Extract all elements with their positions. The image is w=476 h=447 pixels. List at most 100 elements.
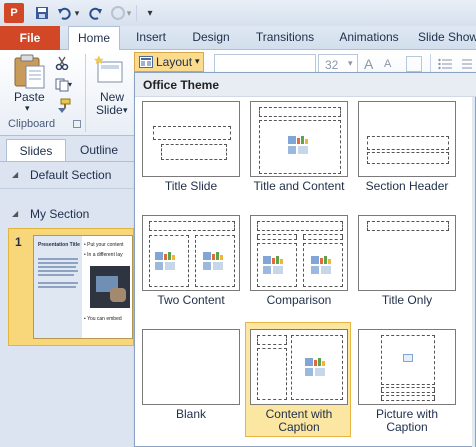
content-placeholder-icon [203, 252, 227, 270]
layout-label: Content with Caption [265, 407, 333, 434]
bullets-icon[interactable] [438, 58, 452, 70]
powerpoint-logo-icon[interactable]: P [4, 3, 24, 23]
undo-dropdown-icon[interactable]: ▾ [72, 3, 82, 23]
clipboard-group-label: Clipboard [8, 118, 56, 130]
slide-text-line [38, 274, 74, 276]
placeholder-text [367, 152, 449, 164]
layout-two-content[interactable]: Two Content [137, 211, 243, 323]
tab-home[interactable]: Home [68, 26, 120, 51]
tab-design[interactable]: Design [184, 26, 238, 50]
layout-button[interactable]: Layout ▾ [134, 52, 204, 72]
layout-thumbnail [250, 329, 348, 405]
slide-bullet: • In a different lay [84, 252, 123, 258]
grow-font-icon[interactable]: A [364, 56, 373, 72]
layout-title-slide[interactable]: Title Slide [137, 97, 243, 209]
layout-thumbnail [358, 101, 456, 177]
section-default[interactable]: ◢ Default Section [0, 164, 134, 186]
layout-thumbnail [142, 329, 240, 405]
slides-pane: Slides Outline ◢ Default Section ◢ My Se… [0, 136, 134, 447]
layout-comparison[interactable]: Comparison [245, 211, 351, 323]
placeholder-caption-text [257, 348, 287, 400]
layout-thumbnail [142, 215, 240, 291]
font-name-box[interactable] [214, 54, 316, 74]
placeholder-caption-title [381, 387, 435, 393]
slide-text-line [38, 282, 78, 284]
paste-dropdown-icon[interactable]: ▾ [25, 103, 30, 114]
layout-content-with-caption[interactable]: Content with Caption [245, 322, 351, 437]
redo-icon[interactable] [86, 3, 106, 23]
clipboard-launcher-icon[interactable] [73, 120, 81, 128]
layout-thumbnail [142, 101, 240, 177]
placeholder-title [153, 126, 231, 140]
new-slide-label[interactable]: New [100, 90, 124, 104]
new-slide-icon[interactable] [94, 54, 126, 86]
tab-file[interactable]: File [0, 26, 60, 50]
format-painter-icon[interactable] [55, 98, 71, 114]
section-label: My Section [30, 207, 90, 221]
numbering-icon[interactable] [458, 58, 472, 70]
new-slide-label-2[interactable]: Slide [96, 103, 123, 117]
content-placeholder-icon [155, 252, 179, 270]
slide-bullet: • You can embed [84, 316, 122, 322]
save-icon[interactable] [32, 3, 52, 23]
section-divider [0, 188, 134, 189]
new-slide-dropdown-icon[interactable]: ▾ [123, 105, 128, 116]
layout-label: Blank [175, 407, 207, 421]
content-placeholder-icon [288, 136, 312, 154]
layout-label: Section Header [365, 179, 449, 193]
placeholder-title [367, 221, 449, 231]
undo-icon[interactable] [54, 3, 74, 23]
slide-thumbnail-selected[interactable]: 1 Presentation Title • Put your content … [8, 228, 134, 346]
customize-qat-icon[interactable]: ▾ [140, 3, 160, 23]
layout-label: Picture with Caption [375, 407, 439, 434]
layout-icon [139, 56, 153, 68]
section-my[interactable]: ◢ My Section [0, 203, 134, 225]
placeholder-caption-text [381, 395, 435, 401]
layout-thumbnail [358, 329, 456, 405]
content-placeholder-icon [311, 256, 335, 274]
placeholder-heading-left [257, 234, 297, 240]
placeholder-title [259, 107, 341, 117]
placeholder-title [149, 221, 235, 231]
tab-insert[interactable]: Insert [126, 26, 176, 50]
content-placeholder-icon [263, 256, 287, 274]
tab-outline[interactable]: Outline [68, 139, 130, 161]
layout-label: Two Content [157, 293, 225, 307]
slide-photo-hands [110, 288, 126, 302]
slide-number: 1 [15, 235, 22, 249]
tab-slide-show[interactable]: Slide Show [418, 26, 476, 50]
placeholder-title [257, 221, 343, 231]
shrink-font-icon[interactable]: A [384, 58, 391, 70]
layout-title-and-content[interactable]: Title and Content [245, 97, 351, 209]
copy-dropdown-icon[interactable]: ▾ [68, 80, 72, 89]
layout-button-label: Layout [156, 55, 193, 69]
tab-animations[interactable]: Animations [332, 26, 406, 50]
collapse-arrow-icon[interactable]: ◢ [12, 164, 18, 186]
content-placeholder-icon [305, 358, 329, 376]
tab-slides[interactable]: Slides [6, 139, 66, 161]
ribbon-tab-strip: File Home Insert Design Transitions Anim… [0, 26, 476, 51]
menu-scrollbar[interactable] [472, 97, 475, 447]
tab-transitions[interactable]: Transitions [248, 26, 322, 50]
section-label: Default Section [30, 168, 112, 182]
slide-text-line [38, 270, 78, 272]
clear-format-icon[interactable] [406, 56, 422, 72]
layout-picture-with-caption[interactable]: Picture with Caption [353, 325, 459, 437]
tab-divider [0, 161, 134, 162]
group-separator [85, 54, 86, 132]
paste-button[interactable]: Paste [14, 90, 45, 104]
cut-icon[interactable] [55, 56, 69, 71]
layout-blank[interactable]: Blank [137, 325, 243, 437]
layout-section-header[interactable]: Section Header [353, 97, 459, 209]
menu-header: Office Theme [135, 73, 476, 97]
qat-separator [136, 5, 137, 21]
layout-thumbnail [250, 101, 348, 177]
collapse-arrow-icon[interactable]: ◢ [12, 203, 18, 225]
paste-icon[interactable] [12, 54, 46, 90]
placeholder-caption-title [257, 335, 287, 345]
font-size-box[interactable]: 32 ▾ [318, 54, 358, 74]
slide-bullet: • Put your content [84, 242, 124, 248]
layout-title-only[interactable]: Title Only [353, 211, 459, 323]
slide-text-line [38, 258, 78, 260]
quick-access-toolbar: P ▾ ▾ ▾ [0, 0, 476, 26]
